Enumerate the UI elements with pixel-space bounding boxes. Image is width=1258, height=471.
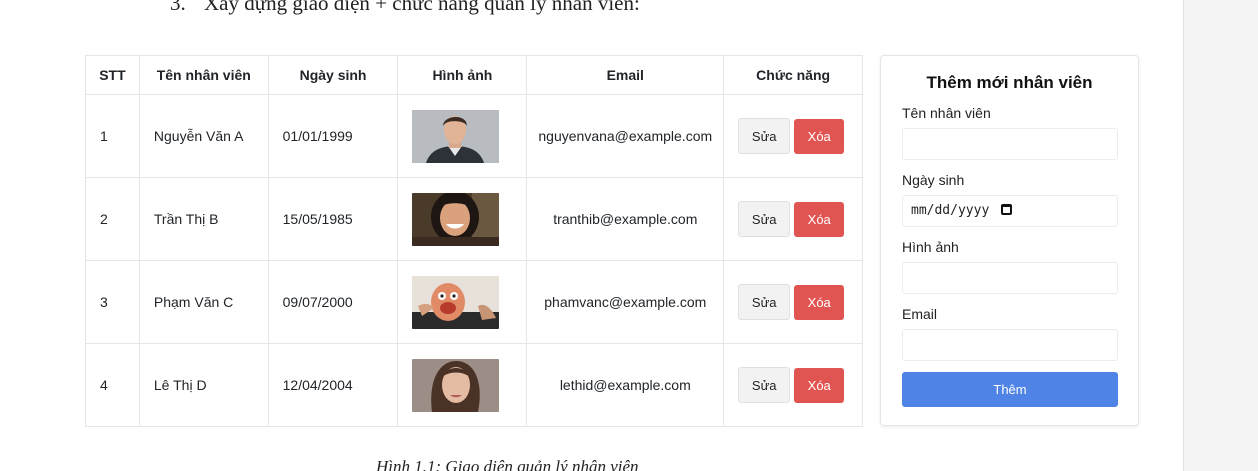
dob-placeholder: mm/dd/yyyy — [911, 203, 990, 218]
document-heading: 3. Xây dựng giao diện + chức năng quản lý… — [170, 0, 640, 16]
table-row: 4 Lê Thị D 12/04/2004 lethid@example.com… — [85, 343, 863, 427]
cell-stt: 3 — [85, 260, 140, 344]
cell-actions: Sửa Xóa — [723, 94, 863, 178]
cell-photo — [397, 260, 528, 344]
dob-input[interactable]: mm/dd/yyyy — [902, 195, 1118, 227]
employee-photo-woman-smiling — [412, 192, 500, 246]
add-button[interactable]: Thêm — [902, 372, 1118, 407]
heading-number: 3. — [170, 0, 186, 15]
employee-table: STT Tên nhân viên Ngày sinh Hình ảnh Ema… — [85, 55, 863, 427]
cell-dob: 01/01/1999 — [267, 94, 399, 178]
edit-button[interactable]: Sửa — [738, 118, 791, 154]
edit-button[interactable]: Sửa — [738, 284, 791, 320]
employee-photo-man-funny — [412, 275, 500, 329]
cell-actions: Sửa Xóa — [723, 177, 863, 261]
add-employee-form: Thêm mới nhân viên Tên nhân viên Ngày si… — [880, 55, 1139, 426]
cell-name: Phạm Văn C — [138, 260, 269, 344]
calendar-icon[interactable] — [1001, 204, 1013, 215]
heading-text: Xây dựng giao diện + chức năng quản lý n… — [204, 0, 640, 15]
table-row: 2 Trần Thị B 15/05/1985 tranthib@example… — [85, 177, 863, 261]
cell-actions: Sửa Xóa — [723, 260, 863, 344]
image-input[interactable] — [902, 262, 1118, 294]
edit-button[interactable]: Sửa — [738, 201, 791, 237]
image-label: Hình ảnh — [902, 239, 959, 255]
email-label: Email — [902, 306, 938, 322]
right-side-panel — [1183, 0, 1258, 471]
cell-photo — [397, 177, 528, 261]
cell-name: Lê Thị D — [138, 343, 269, 427]
employee-photo-woman — [412, 358, 500, 412]
header-photo: Hình ảnh — [397, 55, 528, 95]
delete-button[interactable]: Xóa — [794, 118, 845, 154]
figure-caption: Hình 1.1: Giao diện quản lý nhân viên — [376, 457, 639, 471]
dob-label: Ngày sinh — [902, 172, 965, 188]
header-actions: Chức năng — [723, 55, 863, 95]
cell-stt: 1 — [85, 94, 140, 178]
cell-email: lethid@example.com — [526, 343, 725, 427]
cell-name: Trần Thị B — [138, 177, 269, 261]
cell-photo — [397, 94, 528, 178]
delete-button[interactable]: Xóa — [794, 201, 845, 237]
cell-dob: 09/07/2000 — [267, 260, 399, 344]
employee-photo-man — [412, 109, 500, 163]
cell-stt: 4 — [85, 343, 140, 427]
form-title: Thêm mới nhân viên — [926, 73, 1093, 92]
cell-email: tranthib@example.com — [526, 177, 725, 261]
header-name: Tên nhân viên — [138, 55, 269, 95]
name-input[interactable] — [902, 128, 1118, 160]
cell-name: Nguyễn Văn A — [138, 94, 269, 178]
cell-dob: 15/05/1985 — [267, 177, 399, 261]
delete-button[interactable]: Xóa — [794, 367, 845, 403]
edit-button[interactable]: Sửa — [738, 367, 791, 403]
email-input[interactable] — [902, 329, 1118, 361]
header-stt: STT — [85, 55, 140, 95]
cell-email: nguyenvana@example.com — [526, 94, 725, 178]
table-row: 1 Nguyễn Văn A 01/01/1999 nguyenvana@exa… — [85, 94, 863, 178]
name-label: Tên nhân viên — [902, 105, 991, 121]
table-header-row: STT Tên nhân viên Ngày sinh Hình ảnh Ema… — [85, 55, 863, 95]
cell-stt: 2 — [85, 177, 140, 261]
table-row: 3 Phạm Văn C 09/07/2000 phamvanc@example… — [85, 260, 863, 344]
delete-button[interactable]: Xóa — [794, 284, 845, 320]
cell-dob: 12/04/2004 — [267, 343, 399, 427]
header-email: Email — [526, 55, 725, 95]
cell-photo — [397, 343, 528, 427]
cell-email: phamvanc@example.com — [526, 260, 725, 344]
cell-actions: Sửa Xóa — [723, 343, 863, 427]
header-dob: Ngày sinh — [267, 55, 399, 95]
